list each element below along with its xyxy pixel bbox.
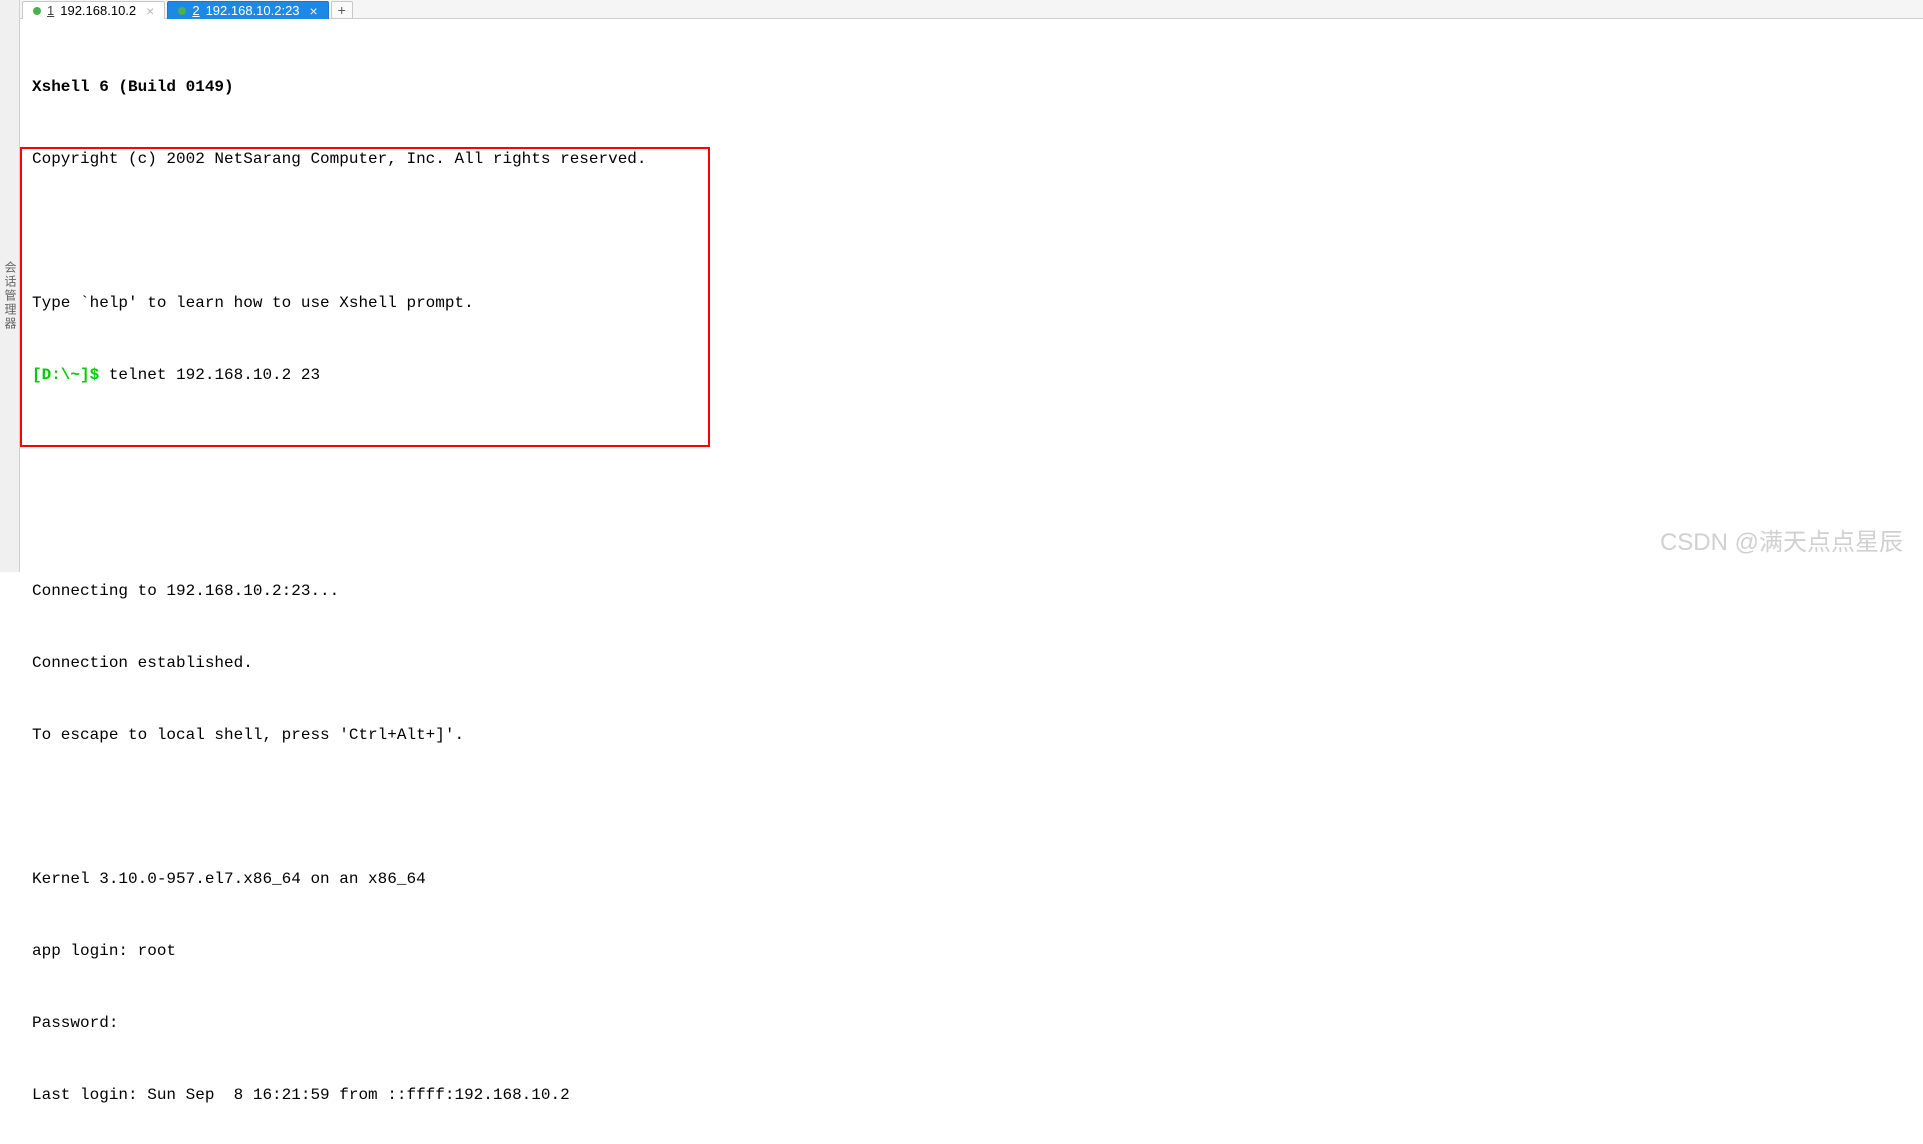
close-icon[interactable]: × (310, 3, 318, 19)
banner-title: Xshell 6 (Build 0149) (32, 75, 1911, 99)
established-line: Connection established. (32, 651, 1911, 675)
blank-line (32, 435, 1911, 459)
new-tab-button[interactable]: + (331, 1, 353, 19)
tab-session-1[interactable]: 1 192.168.10.2 × (22, 1, 165, 19)
status-dot-icon (178, 7, 186, 15)
blank-line (32, 795, 1911, 819)
close-icon[interactable]: × (146, 3, 154, 19)
command-line: [D:\~]$ telnet 192.168.10.2 23 (32, 363, 1911, 387)
sidebar-label: 会话管理器 (2, 261, 19, 331)
local-prompt: [D:\~]$ (32, 366, 99, 384)
connecting-line: Connecting to 192.168.10.2:23... (32, 579, 1911, 603)
last-login-line: Last login: Sun Sep 8 16:21:59 from ::ff… (32, 1083, 1911, 1107)
tab-bar: 1 192.168.10.2 × 2 192.168.10.2:23 × + (20, 0, 1923, 19)
status-dot-icon (33, 7, 41, 15)
kernel-line: Kernel 3.10.0-957.el7.x86_64 on an x86_6… (32, 867, 1911, 891)
blank-line (32, 507, 1911, 531)
session-manager-sidebar[interactable]: 会话管理器 (0, 0, 20, 572)
tab-index: 2 (192, 3, 199, 18)
blank-line (32, 219, 1911, 243)
terminal-output[interactable]: Xshell 6 (Build 0149) Copyright (c) 2002… (20, 19, 1923, 1144)
tab-label: 192.168.10.2 (60, 3, 136, 18)
escape-hint-line: To escape to local shell, press 'Ctrl+Al… (32, 723, 1911, 747)
plus-icon: + (338, 2, 346, 18)
tab-session-2[interactable]: 2 192.168.10.2:23 × (167, 1, 328, 19)
tab-label: 192.168.10.2:23 (206, 3, 300, 18)
copyright-line: Copyright (c) 2002 NetSarang Computer, I… (32, 147, 1911, 171)
login-line: app login: root (32, 939, 1911, 963)
tab-index: 1 (47, 3, 54, 18)
help-hint: Type `help' to learn how to use Xshell p… (32, 291, 1911, 315)
password-line: Password: (32, 1011, 1911, 1035)
command-text: telnet 192.168.10.2 23 (99, 366, 320, 384)
